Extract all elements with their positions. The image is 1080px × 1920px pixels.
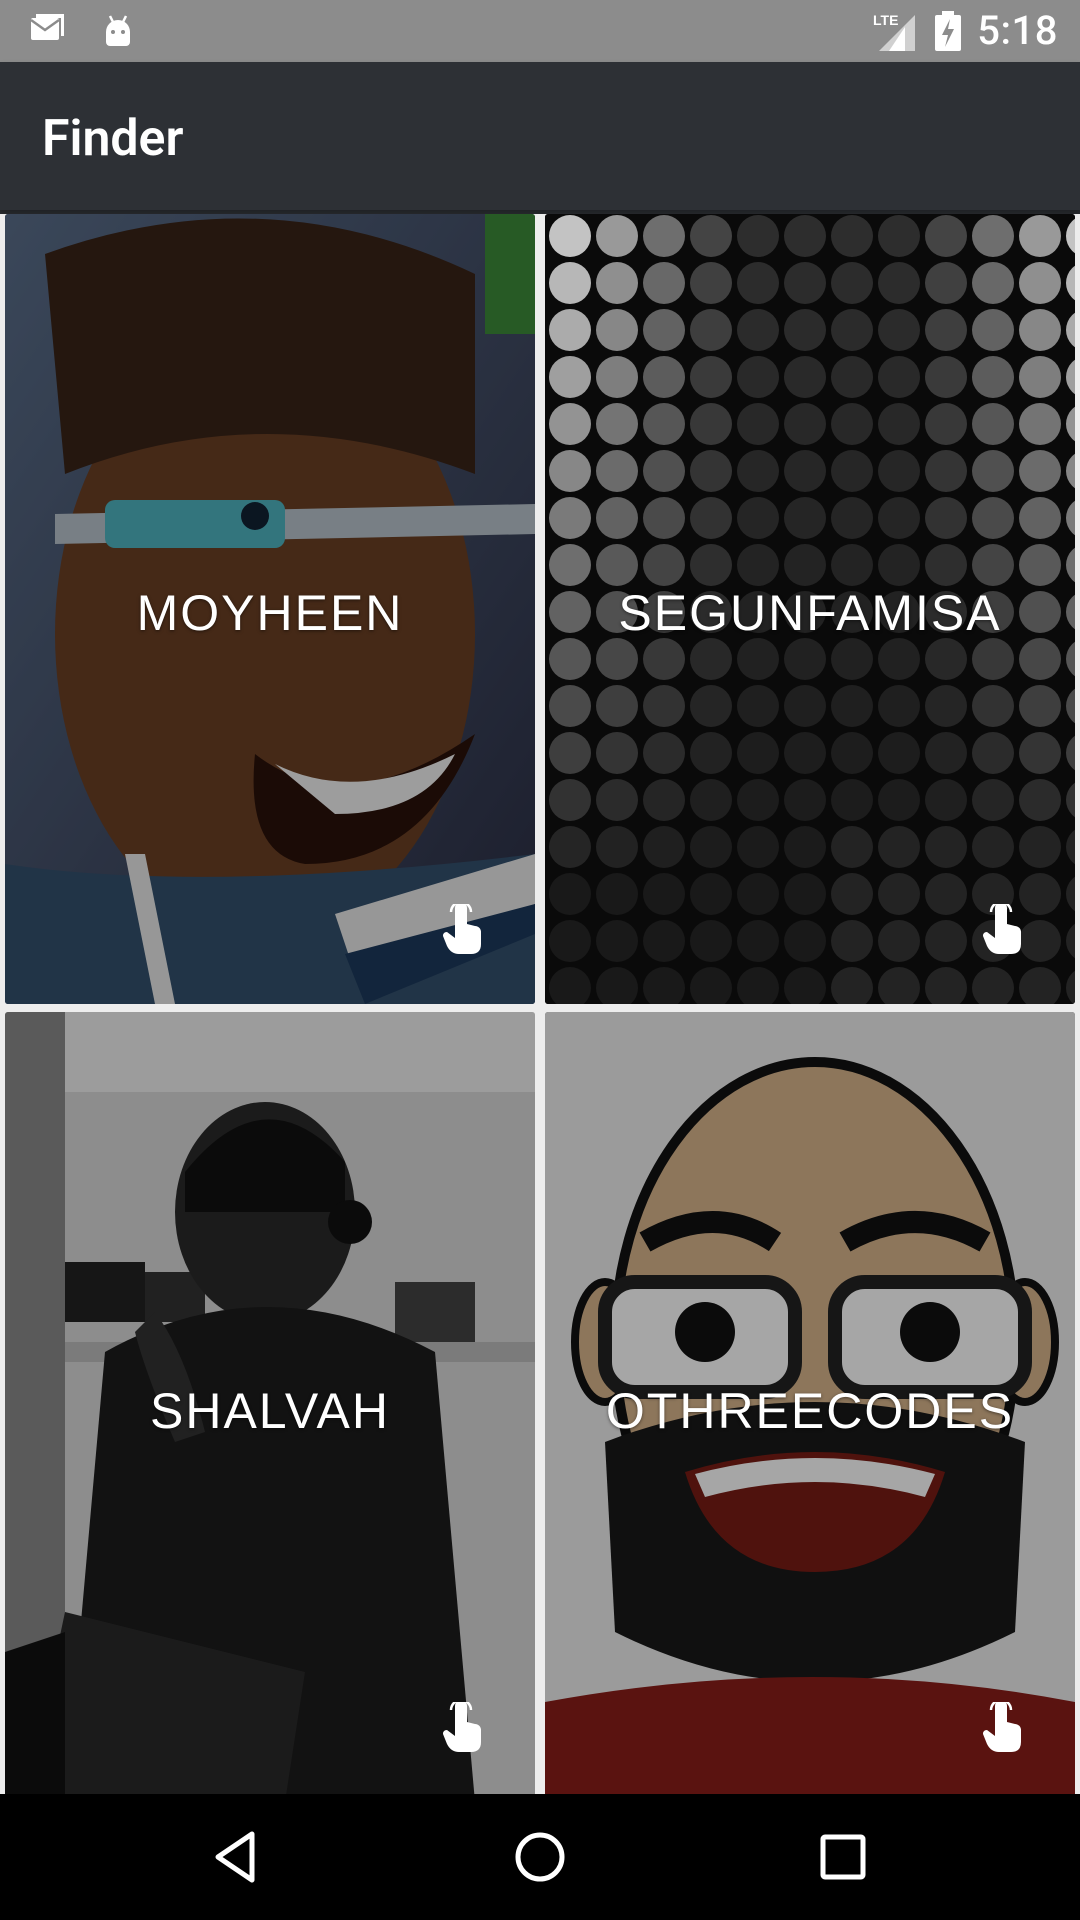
tap-icon [983,904,1021,954]
mail-icon [28,10,68,50]
navigation-bar [0,1794,1080,1920]
recents-icon[interactable] [808,1822,878,1892]
signal-icon: LTE [871,9,919,53]
network-type-label: LTE [873,12,898,28]
battery-charging-icon [933,9,963,53]
app-title: Finder [42,110,184,168]
tap-icon [443,1702,481,1752]
status-bar: LTE 5:18 [0,0,1080,62]
profile-grid: MOYHEEN SEGUNFAMISA SHALVAH OTHREECODES [0,214,1080,1794]
tap-icon [983,1702,1021,1752]
status-time: 5:18 [977,7,1058,54]
android-icon [98,10,138,50]
app-bar: Finder [0,62,1080,210]
back-icon[interactable] [202,1822,272,1892]
profile-name: SEGUNFAMISA [618,585,1002,641]
profile-name: OTHREECODES [605,1383,1015,1439]
profile-card-segunfamisa[interactable]: SEGUNFAMISA [545,214,1075,1004]
tap-icon [443,904,481,954]
profile-card-moyheen[interactable]: MOYHEEN [5,214,535,1004]
profile-name: MOYHEEN [136,585,404,641]
home-icon[interactable] [505,1822,575,1892]
profile-card-shalvah[interactable]: SHALVAH [5,1012,535,1794]
profile-card-othreecodes[interactable]: OTHREECODES [545,1012,1075,1794]
profile-name: SHALVAH [149,1383,390,1439]
